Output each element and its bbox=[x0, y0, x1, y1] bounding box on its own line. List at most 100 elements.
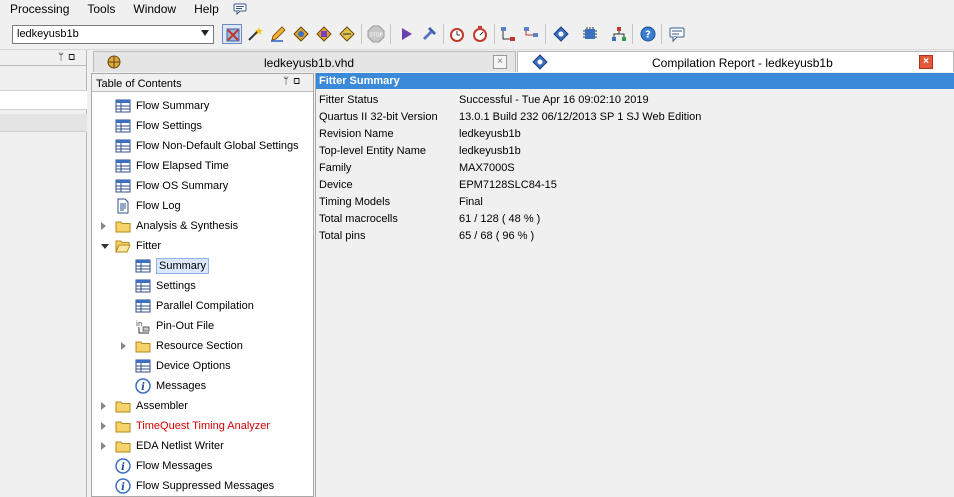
help-icon[interactable]: ? bbox=[638, 24, 658, 44]
toc-item-messages[interactable]: i Messages bbox=[92, 376, 313, 396]
toc-item-label: Flow Elapsed Time bbox=[136, 160, 229, 172]
row-value: 13.0.1 Build 232 06/12/2013 SP 1 SJ Web … bbox=[459, 110, 702, 123]
row-key: Fitter Status bbox=[319, 93, 379, 106]
menu-help[interactable]: Help bbox=[184, 0, 227, 18]
project-navigator-panel: ᛘ ⧉ bbox=[0, 50, 87, 497]
chat-icon[interactable] bbox=[667, 24, 687, 44]
programmer-icon bbox=[532, 54, 548, 70]
menu-tools[interactable]: Tools bbox=[77, 0, 123, 18]
tree-icon[interactable] bbox=[609, 24, 629, 44]
table-icon bbox=[135, 298, 151, 314]
toc-item-flow-log[interactable]: Flow Log bbox=[92, 196, 313, 216]
toc-header: Table of Contents ᛘ ⧉ bbox=[92, 74, 313, 92]
toc-item-pin-out-file[interactable]: in Pin-Out File bbox=[92, 316, 313, 336]
row-key: Revision Name bbox=[319, 127, 394, 140]
toc-item-fitter[interactable]: Fitter bbox=[92, 236, 313, 256]
toc-item-label: Fitter bbox=[136, 240, 162, 252]
toc-item-flow-messages[interactable]: i Flow Messages bbox=[92, 456, 313, 476]
expand-arrow-icon[interactable] bbox=[121, 342, 126, 350]
svg-text:i: i bbox=[121, 462, 125, 473]
pin-icon[interactable]: ᛘ ⧉ bbox=[58, 52, 76, 63]
toc-item-label: Flow Log bbox=[136, 200, 181, 212]
table-row: Fitter Status Successful - Tue Apr 16 09:… bbox=[319, 91, 701, 108]
table-icon bbox=[115, 118, 131, 134]
expand-arrow-icon[interactable] bbox=[101, 442, 106, 450]
toc-item-flow-os-summary[interactable]: Flow OS Summary bbox=[92, 176, 313, 196]
compile-mode-icon[interactable] bbox=[222, 24, 242, 44]
programmer-icon[interactable] bbox=[551, 24, 571, 44]
toc-item-device-options[interactable]: Device Options bbox=[92, 356, 313, 376]
toc-item-analysis-synthesis[interactable]: Analysis & Synthesis bbox=[92, 216, 313, 236]
close-icon[interactable]: × bbox=[919, 55, 933, 69]
expand-arrow-icon[interactable] bbox=[101, 402, 106, 410]
toc-item-label: Analysis & Synthesis bbox=[136, 220, 239, 232]
toc-item-flow-settings[interactable]: Flow Settings bbox=[92, 116, 313, 136]
svg-text:i: i bbox=[121, 482, 125, 493]
row-key: Total macrocells bbox=[319, 212, 398, 225]
table-icon bbox=[115, 138, 131, 154]
project-selector[interactable]: ledkeyusb1b bbox=[12, 25, 214, 44]
chip-planner-icon[interactable] bbox=[580, 24, 600, 44]
toc-item-flow-elapsed-time[interactable]: Flow Elapsed Time bbox=[92, 156, 313, 176]
folder-icon bbox=[115, 438, 131, 454]
row-value: ledkeyusb1b bbox=[459, 144, 521, 157]
close-icon[interactable]: × bbox=[493, 55, 507, 69]
table-row: Revision Name ledkeyusb1b bbox=[319, 125, 701, 142]
toc-item-settings[interactable]: Settings bbox=[92, 276, 313, 296]
table-row: Device EPM7128SLC84-15 bbox=[319, 176, 701, 193]
table-icon bbox=[115, 158, 131, 174]
wand-icon[interactable] bbox=[245, 24, 265, 44]
timing-icon[interactable] bbox=[447, 24, 467, 44]
toc-item-summary[interactable]: Summary bbox=[92, 256, 313, 276]
table-row: Quartus II 32-bit Version 13.0.1 Build 23… bbox=[319, 108, 701, 125]
vhdl-file-icon bbox=[106, 54, 122, 70]
start-compile-icon[interactable] bbox=[396, 24, 416, 44]
pin-icon[interactable]: ᛘ ⧉ bbox=[283, 76, 301, 87]
expand-arrow-icon[interactable] bbox=[101, 422, 106, 430]
expand-arrow-icon[interactable] bbox=[101, 222, 106, 230]
toc-item-flow-summary[interactable]: Flow Summary bbox=[92, 96, 313, 116]
toc-item-flow-suppressed-messages[interactable]: i Flow Suppressed Messages bbox=[92, 476, 313, 496]
row-value: 65 / 68 ( 96 % ) bbox=[459, 229, 535, 242]
menu-bar: Processing Tools Window Help bbox=[0, 0, 954, 18]
toc-item-label: Assembler bbox=[136, 400, 188, 412]
toc-item-resource-section[interactable]: Resource Section bbox=[92, 336, 313, 356]
table-row: Top-level Entity Name ledkeyusb1b bbox=[319, 142, 701, 159]
toc-item-label: Summary bbox=[156, 258, 210, 274]
row-value: MAX7000S bbox=[459, 161, 515, 174]
menu-window[interactable]: Window bbox=[123, 0, 184, 18]
toc-item-label: Parallel Compilation bbox=[156, 300, 254, 312]
row-value: EPM7128SLC84-15 bbox=[459, 178, 557, 191]
svg-text:STOP: STOP bbox=[369, 33, 382, 39]
design-icon[interactable] bbox=[337, 24, 357, 44]
collapse-arrow-icon[interactable] bbox=[101, 244, 109, 249]
toc-item-eda-netlist-writer[interactable]: EDA Netlist Writer bbox=[92, 436, 313, 456]
list-item[interactable] bbox=[0, 114, 87, 132]
timer-icon[interactable] bbox=[470, 24, 490, 44]
tab-title: Compilation Report - ledkeyusb1b bbox=[652, 56, 833, 70]
toc-item-label: Resource Section bbox=[156, 340, 243, 352]
chat-icon[interactable] bbox=[233, 3, 247, 16]
svg-text:?: ? bbox=[645, 30, 651, 41]
row-key: Quartus II 32-bit Version bbox=[319, 110, 438, 123]
stop-icon[interactable]: STOP bbox=[366, 24, 386, 44]
document-icon bbox=[115, 198, 131, 214]
toc-item-label: Settings bbox=[156, 280, 196, 292]
info-icon: i bbox=[115, 478, 131, 494]
menu-processing[interactable]: Processing bbox=[0, 0, 77, 18]
netlist-viewer-icon[interactable] bbox=[498, 24, 518, 44]
toc-item-flow-non-default-global-settings[interactable]: Flow Non-Default Global Settings bbox=[92, 136, 313, 156]
analyze-icon[interactable] bbox=[291, 24, 311, 44]
pencil-icon[interactable] bbox=[268, 24, 288, 44]
tab-compilation-report[interactable]: Compilation Report - ledkeyusb1b × bbox=[517, 51, 954, 72]
toc-item-parallel-compilation[interactable]: Parallel Compilation bbox=[92, 296, 313, 316]
toc-item-assembler[interactable]: Assembler bbox=[92, 396, 313, 416]
row-key: Family bbox=[319, 161, 352, 174]
assignment-icon[interactable] bbox=[314, 24, 334, 44]
netlist-icon[interactable] bbox=[521, 24, 541, 44]
list-item[interactable] bbox=[0, 90, 87, 110]
toc-item-timequest-timing-analyzer[interactable]: TimeQuest Timing Analyzer bbox=[92, 416, 313, 436]
folder-open-icon bbox=[115, 238, 131, 254]
start-analysis-icon[interactable] bbox=[419, 24, 439, 44]
tab-ledkeyusb1b-vhd[interactable]: ledkeyusb1b.vhd × bbox=[93, 51, 516, 72]
